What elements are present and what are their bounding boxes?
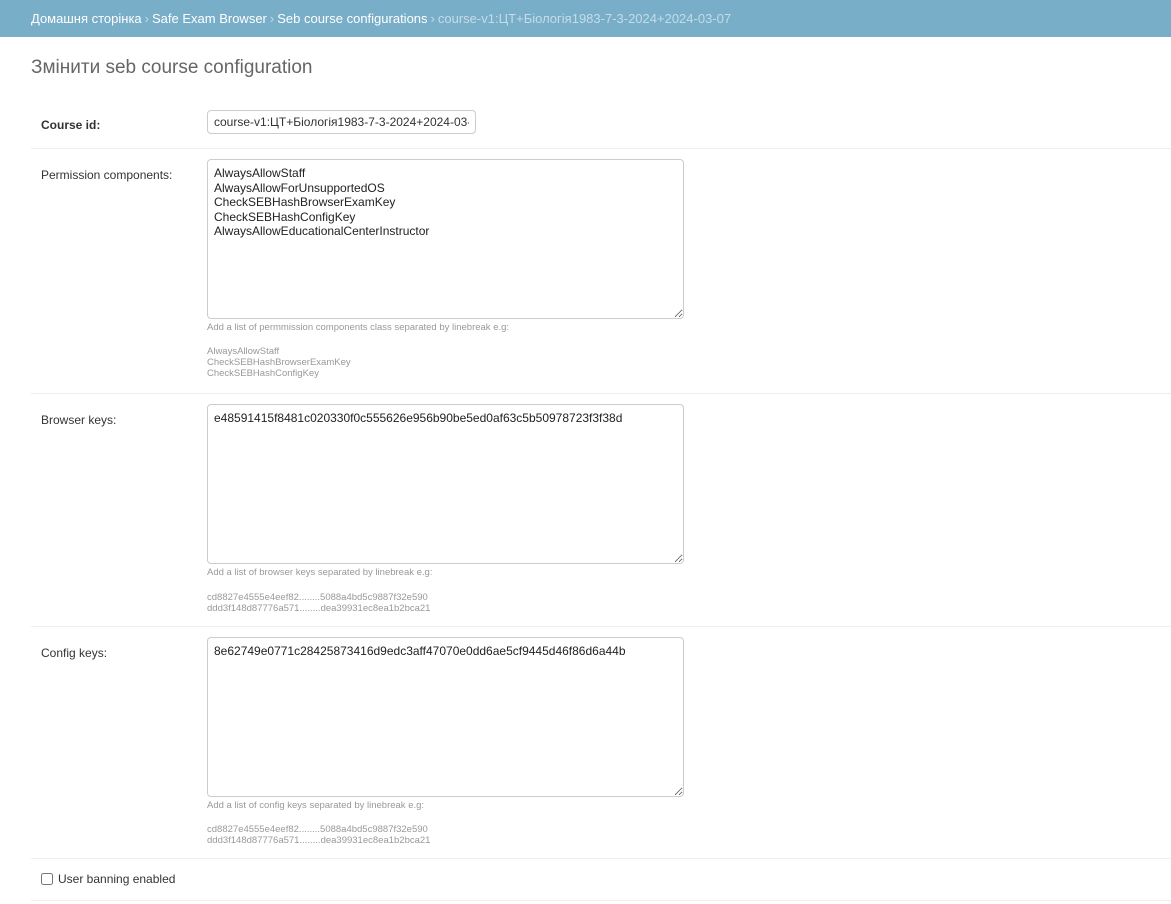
- config-keys-label: Config keys:: [41, 646, 108, 660]
- permission-components-row: Permission components: AlwaysAllowStaff …: [31, 149, 1171, 394]
- user-banning-row: User banning enabled: [41, 872, 175, 886]
- breadcrumb-separator: ›: [430, 11, 435, 26]
- browser-keys-textarea[interactable]: e48591415f8481c020330f0c555626e956b90be5…: [207, 404, 684, 564]
- browser-keys-label: Browser keys:: [41, 413, 117, 427]
- divider: [31, 900, 1171, 901]
- config-keys-help: Add a list of config keys separated by l…: [207, 800, 425, 811]
- breadcrumb-home-link[interactable]: Домашня сторінка: [31, 11, 142, 26]
- browser-keys-help: Add a list of browser keys separated by …: [207, 567, 433, 578]
- permission-components-textarea[interactable]: AlwaysAllowStaff AlwaysAllowForUnsupport…: [207, 159, 684, 319]
- config-keys-textarea[interactable]: 8e62749e0771c28425873416d9edc3aff47070e0…: [207, 637, 684, 797]
- course-id-label: Course id:: [41, 118, 101, 132]
- permission-components-label: Permission components:: [41, 168, 173, 182]
- permission-components-help: Add a list of permmission components cla…: [207, 322, 510, 333]
- breadcrumb-model-link[interactable]: Seb course configurations: [277, 11, 427, 26]
- browser-keys-help-example: cd8827e4555e4eef82........5088a4bd5c9887…: [207, 592, 431, 614]
- config-keys-row: Config keys: 8e62749e0771c28425873416d9e…: [31, 627, 1171, 859]
- config-keys-help-example: cd8827e4555e4eef82........5088a4bd5c9887…: [207, 824, 431, 846]
- permission-components-help-example: AlwaysAllowStaff CheckSEBHashBrowserExam…: [207, 346, 351, 379]
- page-title: Змінити seb course configuration: [31, 57, 313, 78]
- browser-keys-row: Browser keys: e48591415f8481c020330f0c55…: [31, 394, 1171, 627]
- course-id-input[interactable]: [207, 110, 476, 134]
- user-banning-checkbox[interactable]: [41, 873, 53, 885]
- breadcrumb: Домашня сторінка › Safe Exam Browser › Seb c…: [0, 0, 1171, 37]
- breadcrumb-separator: ›: [269, 11, 275, 26]
- breadcrumb-separator: ›: [144, 11, 149, 26]
- user-banning-label[interactable]: User banning enabled: [58, 872, 175, 886]
- breadcrumb-app-link[interactable]: Safe Exam Browser: [152, 11, 267, 26]
- course-id-row: Course id:: [31, 100, 1171, 149]
- breadcrumb-current: course-v1:ЦТ+Біологія1983-7-3-2024+2024-…: [437, 11, 732, 26]
